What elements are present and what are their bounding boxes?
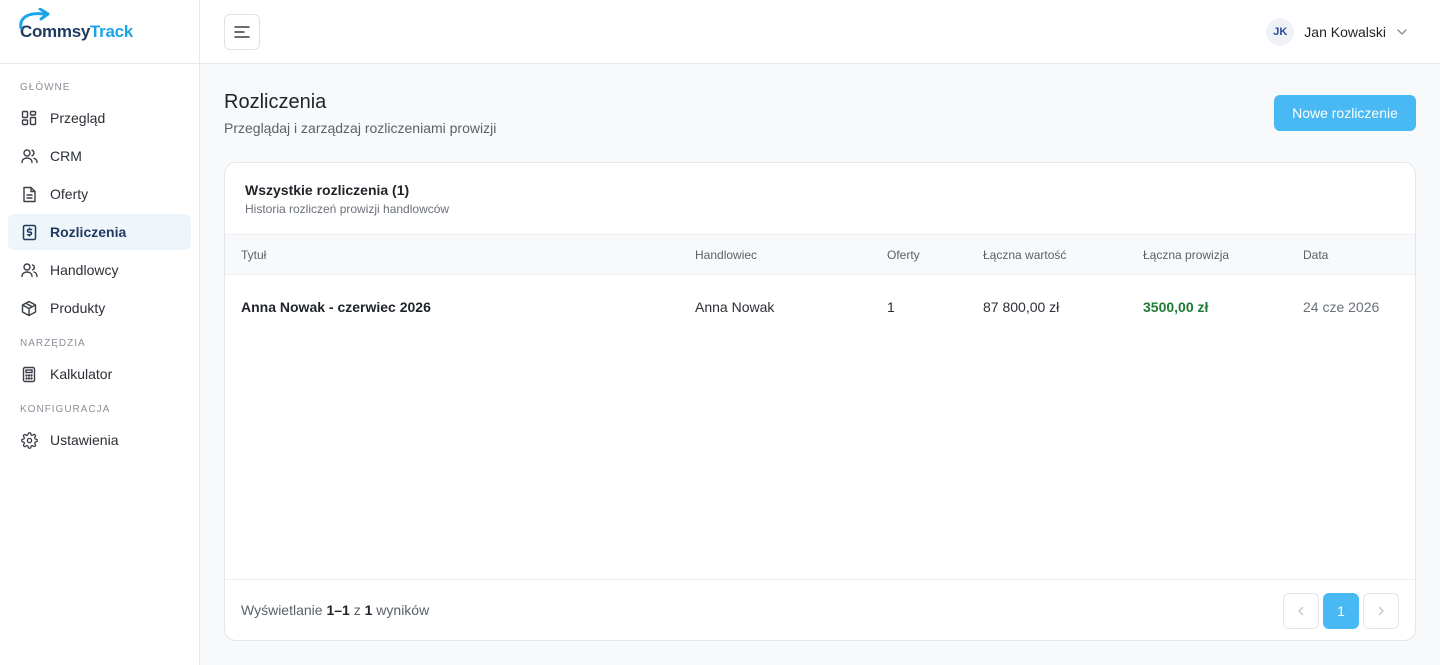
page-title: Rozliczenia bbox=[224, 91, 327, 113]
column-header-total-value[interactable]: Łączna wartość bbox=[983, 248, 1066, 262]
box-icon bbox=[20, 299, 38, 317]
new-settlement-button[interactable]: Nowe rozliczenie bbox=[1274, 95, 1416, 131]
pagination-next-button[interactable] bbox=[1363, 593, 1399, 629]
chevron-left-icon bbox=[1298, 606, 1304, 616]
logo-area: Commsy Track bbox=[0, 0, 199, 64]
brand-logo[interactable]: Commsy Track bbox=[19, 7, 133, 42]
topbar: JK Jan Kowalski bbox=[200, 0, 1440, 64]
pagination-footer: Wyświetlanie 1–1 z 1 wyników 1 bbox=[225, 579, 1415, 640]
menu-toggle-button[interactable] bbox=[224, 14, 260, 50]
cell-total-value: 87 800,00 zł bbox=[983, 299, 1060, 315]
column-header-offers[interactable]: Oferty bbox=[887, 248, 920, 262]
user-name: Jan Kowalski bbox=[1304, 24, 1386, 40]
section-label-main: GŁÓWNE bbox=[20, 82, 71, 93]
chevron-down-icon bbox=[1397, 29, 1407, 35]
calculator-icon bbox=[20, 365, 38, 383]
users-icon bbox=[20, 147, 38, 165]
column-header-salesperson[interactable]: Handlowiec bbox=[695, 248, 757, 262]
results-suffix: wyników bbox=[376, 602, 430, 618]
sidebar-item-handlowcy[interactable]: Handlowcy bbox=[8, 252, 191, 288]
sidebar-item-label: Kalkulator bbox=[50, 366, 113, 382]
table-header: Tytuł Handlowiec Oferty Łączna wartość Ł… bbox=[225, 234, 1415, 275]
gear-icon bbox=[20, 431, 38, 449]
sidebar-item-rozliczenia[interactable]: Rozliczenia bbox=[8, 214, 191, 250]
card-subtitle: Historia rozliczeń prowizji handlowców bbox=[245, 202, 450, 216]
sidebar-item-ustawienia[interactable]: Ustawienia bbox=[8, 422, 191, 458]
settlements-card: Wszystkie rozliczenia (1) Historia rozli… bbox=[224, 162, 1416, 641]
pagination-page-button[interactable]: 1 bbox=[1323, 593, 1359, 629]
sidebar-item-label: Handlowcy bbox=[50, 262, 119, 278]
cell-title[interactable]: Anna Nowak - czerwiec 2026 bbox=[241, 299, 431, 315]
page-subtitle: Przeglądaj i zarządzaj rozliczeniami pro… bbox=[224, 120, 497, 136]
chevron-right-icon bbox=[1378, 606, 1384, 616]
pagination-prev-button[interactable] bbox=[1283, 593, 1319, 629]
table-row[interactable]: Anna Nowak - czerwiec 2026 Anna Nowak 1 … bbox=[225, 275, 1415, 339]
sidebar-item-label: Oferty bbox=[50, 186, 89, 202]
results-of: z bbox=[353, 602, 361, 618]
dashboard-icon bbox=[20, 109, 38, 127]
user-group-icon bbox=[20, 261, 38, 279]
nav-section-tools: NARZĘDZIA Kalkulator bbox=[0, 328, 199, 392]
logo-arrow-icon bbox=[19, 7, 50, 29]
results-total: 1 bbox=[364, 602, 373, 618]
sidebar-item-crm[interactable]: CRM bbox=[8, 138, 191, 174]
brand-name-part2: Track bbox=[90, 21, 133, 41]
results-range: 1–1 bbox=[326, 602, 350, 618]
sidebar-item-przeglad[interactable]: Przegląd bbox=[8, 100, 191, 136]
section-label-tools: NARZĘDZIA bbox=[20, 338, 86, 349]
section-label-config: KONFIGURACJA bbox=[20, 404, 111, 415]
sidebar-item-label: Rozliczenia bbox=[50, 224, 127, 240]
sidebar-item-produkty[interactable]: Produkty bbox=[8, 290, 191, 326]
sidebar-item-label: Ustawienia bbox=[50, 432, 119, 448]
cell-total-commission: 3500,00 zł bbox=[1143, 299, 1209, 315]
cell-offers: 1 bbox=[887, 299, 895, 315]
column-header-title[interactable]: Tytuł bbox=[241, 248, 266, 262]
cell-salesperson: Anna Nowak bbox=[695, 299, 775, 315]
avatar: JK bbox=[1266, 18, 1295, 46]
sidebar-item-oferty[interactable]: Oferty bbox=[8, 176, 191, 212]
user-menu[interactable]: JK Jan Kowalski bbox=[1266, 18, 1408, 46]
sidebar-item-label: Produkty bbox=[50, 300, 106, 316]
sidebar-item-label: CRM bbox=[50, 148, 82, 164]
column-header-date[interactable]: Data bbox=[1303, 248, 1328, 262]
dollar-document-icon bbox=[20, 223, 38, 241]
menu-icon bbox=[234, 26, 250, 38]
document-icon bbox=[20, 185, 38, 203]
column-header-total-commission[interactable]: Łączna prowizja bbox=[1143, 248, 1229, 262]
nav-section-config: KONFIGURACJA Ustawienia bbox=[0, 394, 199, 458]
results-prefix: Wyświetlanie bbox=[241, 602, 323, 618]
card-title: Wszystkie rozliczenia (1) bbox=[245, 182, 410, 198]
cell-date: 24 cze 2026 bbox=[1303, 299, 1380, 315]
sidebar-item-kalkulator[interactable]: Kalkulator bbox=[8, 356, 191, 392]
sidebar: CommsyTrack GŁÓWNE Przegląd CRM Oferty bbox=[0, 0, 200, 665]
sidebar-item-label: Przegląd bbox=[50, 110, 106, 126]
nav-section-main: GŁÓWNE Przegląd CRM Oferty Rozliczenia H… bbox=[0, 64, 199, 326]
results-summary: Wyświetlanie 1–1 z 1 wyników bbox=[241, 602, 429, 618]
